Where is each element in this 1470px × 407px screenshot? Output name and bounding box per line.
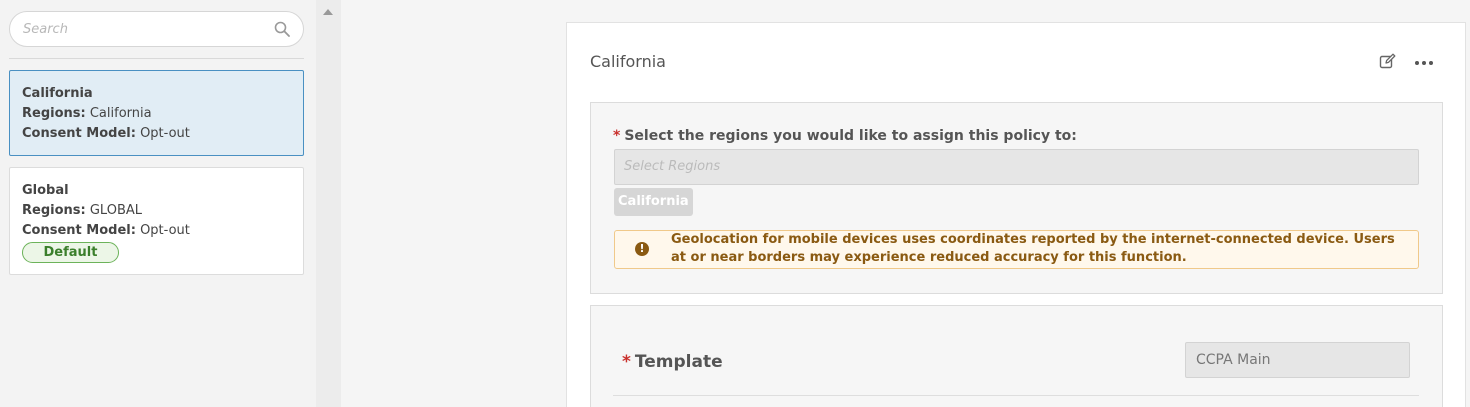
policy-card-california[interactable]: California Regions: California Consent M… bbox=[9, 70, 304, 156]
warning-icon: ! bbox=[635, 242, 649, 256]
regions-section: * Select the regions you would like to as… bbox=[590, 102, 1443, 294]
template-section: * Template CCPA Main bbox=[590, 305, 1443, 407]
scroll-up-arrow-icon[interactable] bbox=[323, 9, 333, 15]
policy-detail-card: California * Select the regions you would… bbox=[566, 22, 1466, 407]
search-input[interactable] bbox=[23, 12, 263, 46]
search-divider bbox=[9, 58, 304, 59]
policy-consent-model: Consent Model: Opt-out bbox=[22, 126, 190, 141]
template-field[interactable]: CCPA Main bbox=[1185, 342, 1410, 378]
required-marker: * bbox=[613, 128, 621, 144]
regions-select[interactable]: Select Regions bbox=[614, 149, 1419, 185]
panel-scrollbar[interactable] bbox=[316, 0, 341, 407]
default-badge: Default bbox=[22, 242, 119, 263]
policy-name: Global bbox=[22, 183, 69, 198]
policy-detail-title: California bbox=[590, 52, 666, 71]
more-options-icon[interactable] bbox=[1414, 54, 1434, 70]
region-tag-california[interactable]: California bbox=[614, 188, 693, 216]
policy-consent-model: Consent Model: Opt-out bbox=[22, 223, 190, 238]
policy-list-panel: California Regions: California Consent M… bbox=[0, 0, 316, 407]
regions-label: * Select the regions you would like to as… bbox=[613, 128, 1077, 144]
geolocation-warning: ! Geolocation for mobile devices uses co… bbox=[614, 230, 1419, 269]
edit-icon[interactable] bbox=[1379, 53, 1396, 70]
policy-name: California bbox=[22, 86, 93, 101]
required-marker: * bbox=[622, 352, 631, 372]
policy-card-global[interactable]: Global Regions: GLOBAL Consent Model: Op… bbox=[9, 167, 304, 275]
template-label: * Template bbox=[622, 352, 723, 372]
search-icon[interactable] bbox=[274, 21, 290, 37]
policy-regions: Regions: GLOBAL bbox=[22, 203, 142, 218]
policy-regions: Regions: California bbox=[22, 106, 152, 121]
search-box[interactable] bbox=[9, 11, 304, 47]
warning-text: Geolocation for mobile devices uses coor… bbox=[671, 232, 1395, 265]
template-divider bbox=[613, 395, 1419, 396]
